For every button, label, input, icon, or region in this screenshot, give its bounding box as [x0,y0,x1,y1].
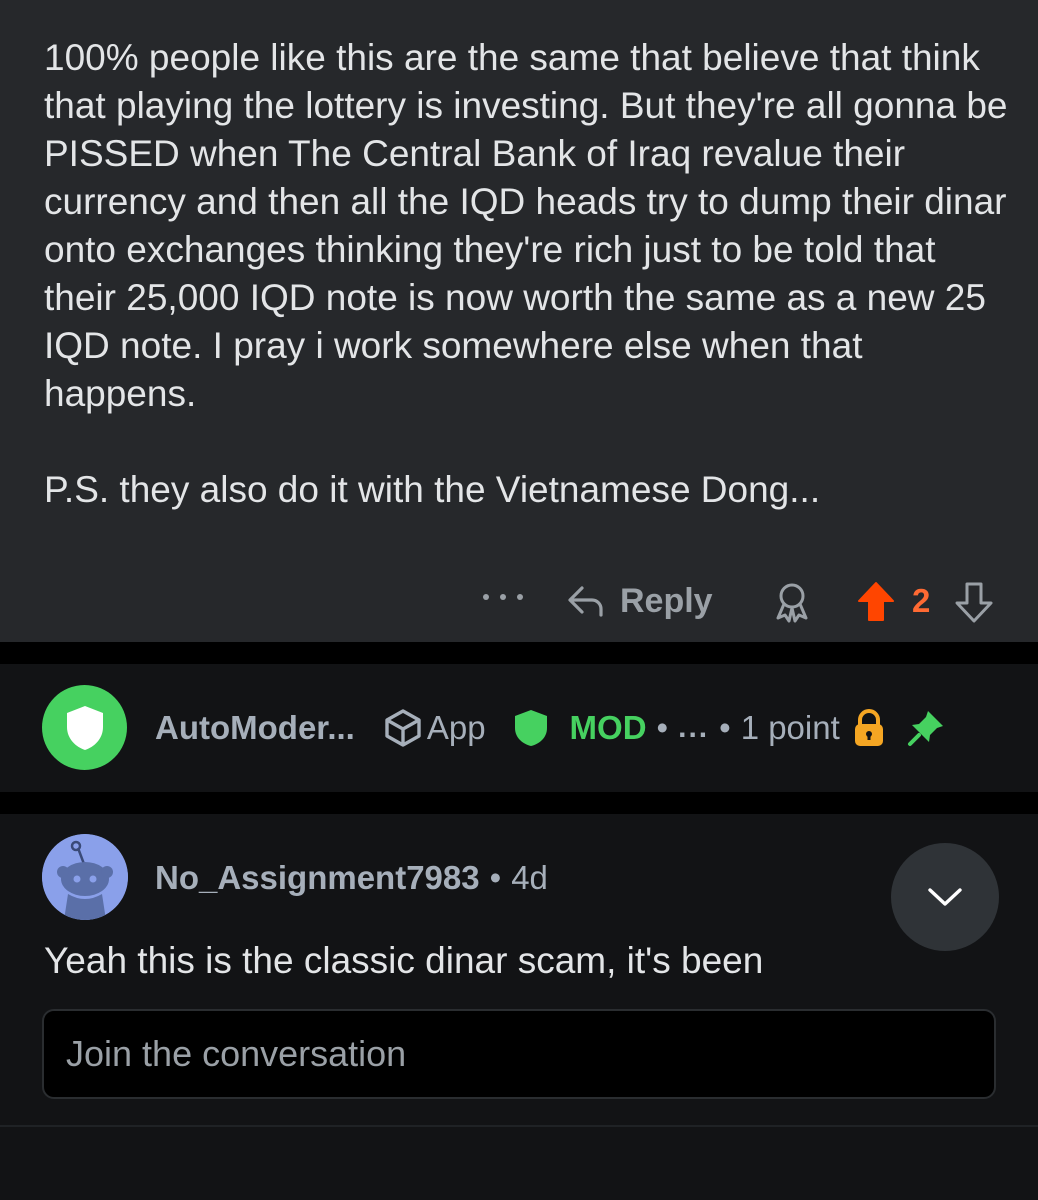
comment-action-bar: Reply 2 [0,576,1038,626]
pin-icon [907,711,943,746]
separator: • [719,709,731,746]
join-conversation-placeholder: Join the conversation [66,1033,407,1074]
reply-body: Yeah this is the classic dinar scam, it'… [44,940,764,981]
avatar[interactable] [42,685,127,770]
comment-body: 100% people like this are the same that … [44,37,1008,510]
divider [0,1125,1038,1127]
reply-comment-card: No_Assignment7983 • 4d Yeah this is the … [0,814,1038,1200]
reply-arrow-icon [568,586,603,617]
vote-score: 2 [912,582,931,619]
automod-comment-card[interactable]: AutoModer... App MOD • ... • 1 point [0,664,1038,792]
shield-icon [66,705,103,750]
app-label: App [426,709,486,746]
divider [0,642,1038,664]
username[interactable]: AutoModer... [155,709,355,747]
app-badge: App [383,708,486,748]
chevron-down-icon [928,888,962,906]
lock-icon [854,709,883,746]
reply-button[interactable]: Reply [566,576,713,626]
truncated-meta: ... [678,711,710,744]
snoo-avatar-icon [42,834,128,920]
timestamp: 4d [511,859,548,896]
automod-meta: AutoModer... App MOD • ... • 1 point [155,704,946,752]
award-icon[interactable] [770,580,814,624]
points: 1 point [740,709,840,746]
comment-card: 100% people like this are the same that … [0,0,1038,642]
upvote-arrow-icon[interactable] [856,580,896,624]
separator: • [489,859,502,896]
reply-meta: No_Assignment7983 • 4d [155,854,548,902]
reply-label: Reply [620,581,713,620]
more-options-icon[interactable] [483,582,523,612]
downvote-arrow-icon[interactable] [954,580,994,624]
mod-badge: MOD [512,708,647,748]
divider [0,792,1038,814]
join-conversation-input[interactable]: Join the conversation [42,1009,996,1099]
collapse-button[interactable] [891,843,999,951]
cube-icon [385,709,421,747]
shield-icon [514,710,547,746]
separator: • [656,709,669,746]
mod-label: MOD [569,709,647,746]
username[interactable]: No_Assignment7983 [155,859,480,897]
avatar[interactable] [42,834,128,920]
